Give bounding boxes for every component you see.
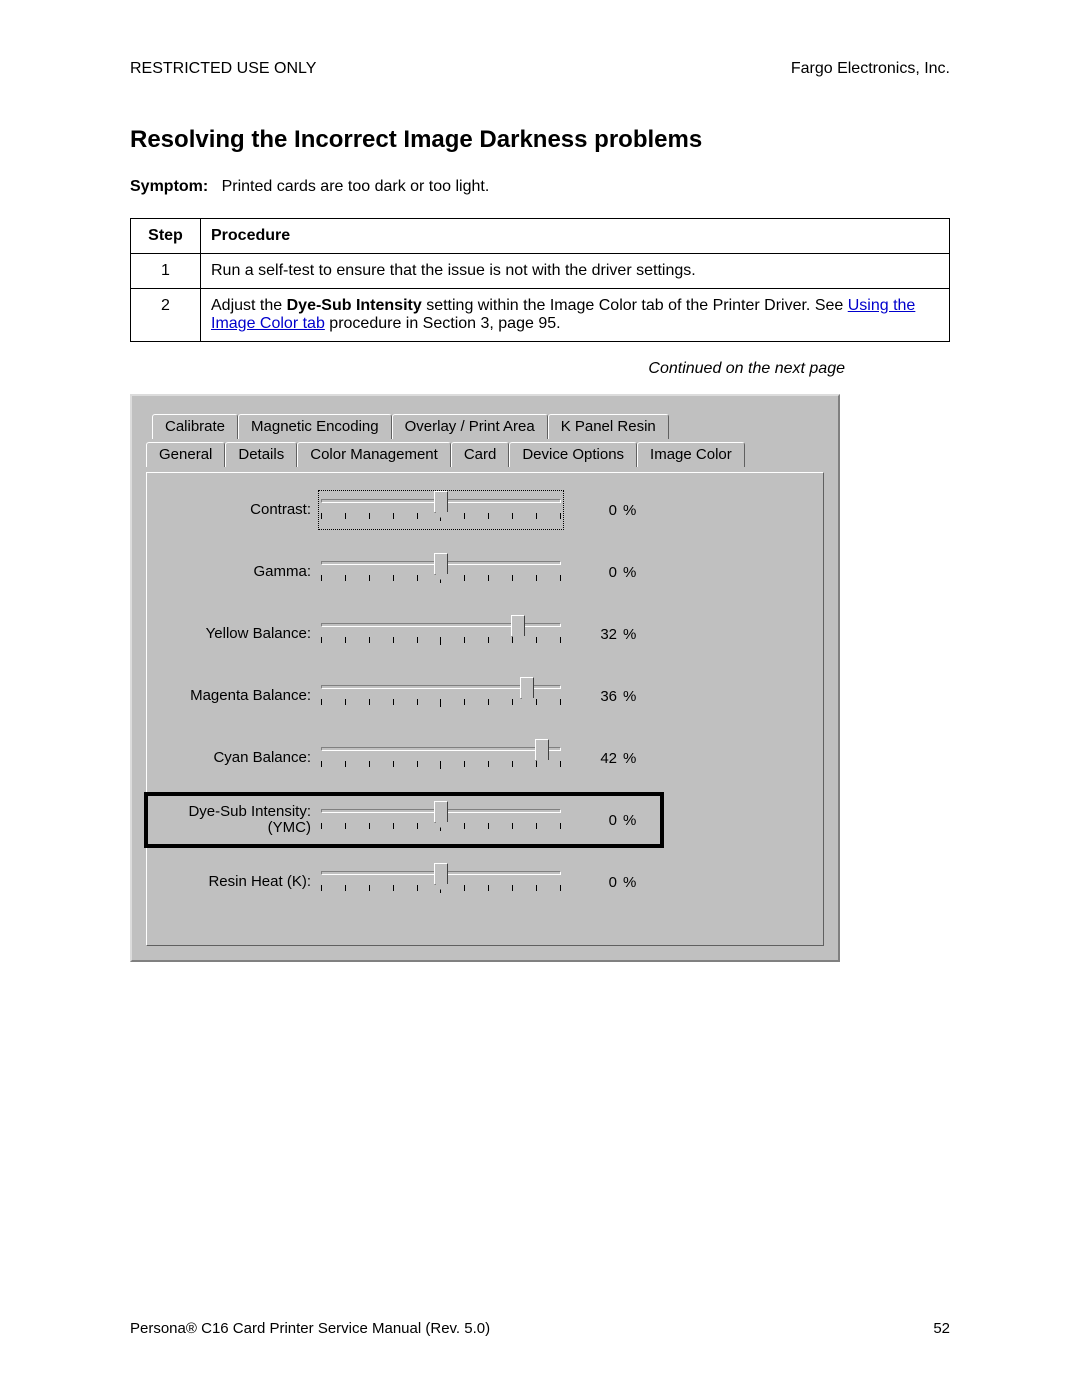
tab-color-management[interactable]: Color Management — [297, 442, 451, 467]
slider-value: 0 — [561, 812, 617, 829]
tab-calibrate[interactable]: Calibrate — [152, 414, 238, 439]
slider[interactable] — [321, 679, 561, 713]
step-number: 1 — [131, 254, 201, 289]
slider-value: 36 — [561, 688, 617, 705]
slider-row: Resin Heat (K): 0% — [161, 865, 809, 899]
slider-value: 42 — [561, 750, 617, 767]
slider[interactable] — [321, 865, 561, 899]
slider-thumb[interactable] — [434, 491, 448, 513]
slider[interactable] — [321, 493, 561, 527]
slider-row: Dye-Sub Intensity:(YMC) 0% — [161, 803, 809, 837]
tab-image-color[interactable]: Image Color — [637, 442, 745, 467]
continued-note: Continued on the next page — [130, 360, 845, 378]
slider-label: Yellow Balance: — [161, 626, 321, 643]
slider-row: Cyan Balance: 42% — [161, 741, 809, 775]
slider[interactable] — [321, 741, 561, 775]
footer-manual: Persona® C16 Card Printer Service Manual… — [130, 1320, 490, 1337]
tab-overlay-print-area[interactable]: Overlay / Print Area — [392, 414, 548, 439]
slider-unit: % — [617, 750, 636, 767]
procedure-table: Step Procedure 1 Run a self-test to ensu… — [130, 218, 950, 342]
slider-thumb[interactable] — [434, 863, 448, 885]
slider-thumb[interactable] — [520, 677, 534, 699]
slider-thumb[interactable] — [511, 615, 525, 637]
tab-magnetic-encoding[interactable]: Magnetic Encoding — [238, 414, 392, 439]
header-restricted: RESTRICTED USE ONLY — [130, 60, 316, 78]
slider-row: Contrast: 0% — [161, 493, 809, 527]
slider-label: Resin Heat (K): — [161, 874, 321, 891]
page-number: 52 — [933, 1320, 950, 1337]
slider-unit: % — [617, 688, 636, 705]
slider-thumb[interactable] — [535, 739, 549, 761]
image-color-panel: Contrast:0%Gamma:0%Yellow Balance:32%Mag… — [146, 472, 824, 946]
slider[interactable] — [321, 555, 561, 589]
slider-unit: % — [617, 812, 636, 829]
step-number: 2 — [131, 289, 201, 342]
header-company: Fargo Electronics, Inc. — [791, 60, 950, 78]
th-step: Step — [131, 219, 201, 254]
driver-dialog-screenshot: Calibrate Magnetic Encoding Overlay / Pr… — [130, 394, 840, 962]
slider-label: Dye-Sub Intensity:(YMC) — [161, 804, 321, 837]
tab-details[interactable]: Details — [225, 442, 297, 467]
slider-value: 0 — [561, 564, 617, 581]
slider[interactable] — [321, 617, 561, 651]
slider-unit: % — [617, 564, 636, 581]
slider-label: Magenta Balance: — [161, 688, 321, 705]
slider-thumb[interactable] — [434, 553, 448, 575]
slider-row: Gamma: 0% — [161, 555, 809, 589]
slider-unit: % — [617, 874, 636, 891]
table-row: 1 Run a self-test to ensure that the iss… — [131, 254, 950, 289]
slider-unit: % — [617, 626, 636, 643]
slider-value: 0 — [561, 502, 617, 519]
th-procedure: Procedure — [201, 219, 950, 254]
registered-icon: ® — [186, 1320, 197, 1337]
page-title: Resolving the Incorrect Image Darkness p… — [130, 126, 950, 154]
slider-row: Magenta Balance: 36% — [161, 679, 809, 713]
symptom-text: Printed cards are too dark or too light. — [222, 178, 490, 195]
symptom-label: Symptom: — [130, 178, 208, 195]
symptom-line: Symptom: Printed cards are too dark or t… — [130, 178, 950, 196]
slider-label: Cyan Balance: — [161, 750, 321, 767]
step-text: Run a self-test to ensure that the issue… — [201, 254, 950, 289]
table-row: 2 Adjust the Dye-Sub Intensity setting w… — [131, 289, 950, 342]
slider-value: 0 — [561, 874, 617, 891]
slider-label: Gamma: — [161, 564, 321, 581]
tab-k-panel-resin[interactable]: K Panel Resin — [548, 414, 669, 439]
tab-device-options[interactable]: Device Options — [509, 442, 637, 467]
slider-value: 32 — [561, 626, 617, 643]
slider[interactable] — [321, 803, 561, 837]
tab-general[interactable]: General — [146, 442, 225, 467]
slider-thumb[interactable] — [434, 801, 448, 823]
slider-row: Yellow Balance: 32% — [161, 617, 809, 651]
slider-label: Contrast: — [161, 502, 321, 519]
step-text: Adjust the Dye-Sub Intensity setting wit… — [201, 289, 950, 342]
tab-card[interactable]: Card — [451, 442, 510, 467]
slider-unit: % — [617, 502, 636, 519]
bold-term: Dye-Sub Intensity — [287, 297, 422, 314]
